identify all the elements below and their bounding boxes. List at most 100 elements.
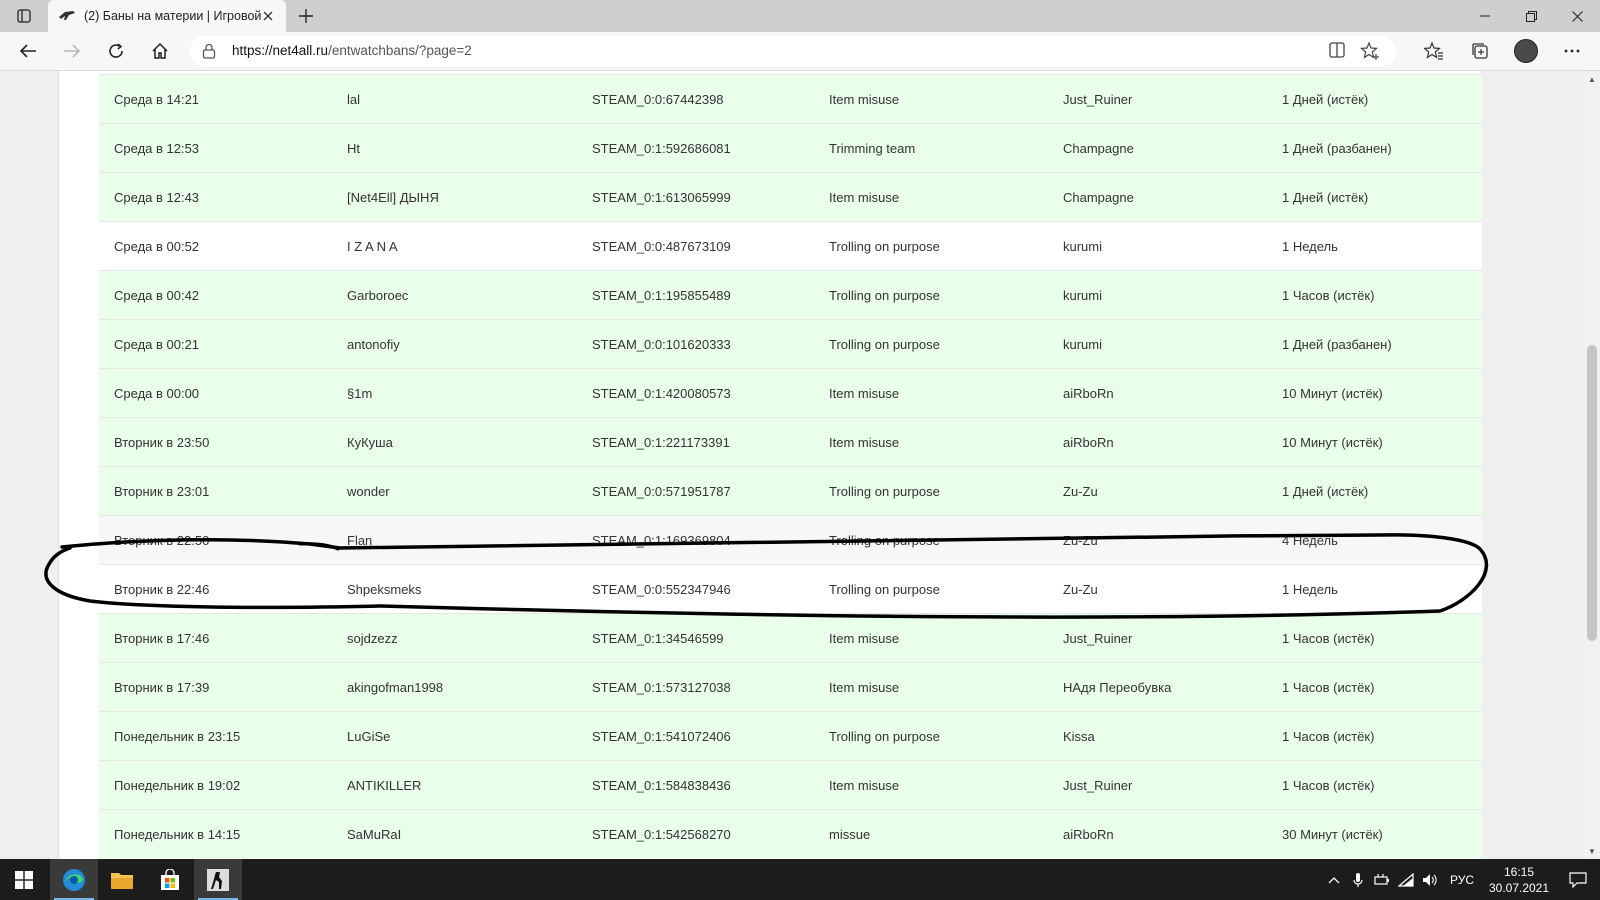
split-screen-icon[interactable] <box>1328 41 1346 64</box>
file-explorer-icon[interactable] <box>98 859 146 900</box>
ban-steam-id: STEAM_0:1:613065999 <box>577 172 814 222</box>
forward-icon[interactable] <box>58 37 86 65</box>
ban-date: Среда в 00:21 <box>99 319 332 369</box>
ban-admin: aiRboRn <box>1048 809 1267 858</box>
ban-admin: Zu-Zu <box>1048 515 1267 565</box>
vertical-scrollbar[interactable]: ▲ ▼ <box>1584 71 1600 859</box>
input-language-indicator[interactable]: РУС <box>1442 873 1482 887</box>
network-wifi-icon[interactable] <box>1394 859 1418 900</box>
table-row: Среда в 12:53 Ht STEAM_0:1:592686081 Trimmi… <box>99 123 1482 173</box>
ban-player-name: lal <box>332 74 577 124</box>
ban-steam-id: STEAM_0:1:221173391 <box>577 417 814 467</box>
ban-player-name: КуКуша <box>332 417 577 467</box>
ban-reason: Trolling on purpose <box>814 515 1048 565</box>
profile-avatar[interactable] <box>1512 37 1540 65</box>
ban-player-name: LuGiSe <box>332 711 577 761</box>
table-row: Вторник в 23:01 wonder STEAM_0:0:571951787… <box>99 466 1482 516</box>
url-text[interactable]: https://net4all.ru/entwatchbans/?page=2 <box>232 43 472 58</box>
ban-admin: Kissa <box>1048 711 1267 761</box>
scroll-up-arrow-icon[interactable]: ▲ <box>1584 71 1600 87</box>
ban-date: Понедельник в 19:02 <box>99 760 332 810</box>
ban-player-name: Ht <box>332 123 577 173</box>
ban-duration: 4 Недель <box>1267 515 1482 565</box>
ban-date: Вторник в 22:46 <box>99 564 332 614</box>
ban-steam-id: STEAM_0:1:420080573 <box>577 368 814 418</box>
table-row: Среда в 00:42 Garboroec STEAM_0:1:19585548… <box>99 270 1482 320</box>
ban-player-name: ANTIKILLER <box>332 760 577 810</box>
ban-duration: 1 Дней (истёк) <box>1267 74 1482 124</box>
new-tab-icon[interactable] <box>294 4 318 28</box>
ban-reason: Item misuse <box>814 368 1048 418</box>
ban-date: Понедельник в 23:15 <box>99 711 332 761</box>
more-options-icon[interactable] <box>1558 37 1586 65</box>
table-row: Вторник в 23:50 КуКуша STEAM_0:1:221173391… <box>99 417 1482 467</box>
windows-start-icon[interactable] <box>0 859 48 900</box>
ban-date: Вторник в 17:39 <box>99 662 332 712</box>
ban-duration: 30 Минут (истёк) <box>1267 809 1482 858</box>
browser-toolbar: https://net4all.ru/entwatchbans/?page=2 <box>0 32 1600 71</box>
close-window-icon[interactable] <box>1554 0 1600 32</box>
home-icon[interactable] <box>146 37 174 65</box>
back-icon[interactable] <box>14 37 42 65</box>
scrollbar-thumb[interactable] <box>1587 345 1597 641</box>
browser-tab[interactable]: (2) Баны на материи | Игровой <box>48 0 286 32</box>
table-row: Понедельник в 19:02 ANTIKILLER STEAM_0:1:5… <box>99 760 1482 810</box>
ban-reason: Trolling on purpose <box>814 466 1048 516</box>
ban-duration: 1 Недель <box>1267 221 1482 271</box>
microphone-icon[interactable] <box>1346 859 1370 900</box>
clock-time: 16:15 <box>1503 864 1535 879</box>
ban-steam-id: STEAM_0:0:487673109 <box>577 221 814 271</box>
ban-player-name: wonder <box>332 466 577 516</box>
table-row: Среда в 00:00 §1m STEAM_0:1:420080573 Item … <box>99 368 1482 418</box>
favorites-icon[interactable] <box>1420 37 1448 65</box>
ban-steam-id: STEAM_0:1:34546599 <box>577 613 814 663</box>
ban-duration: 1 Часов (истёк) <box>1267 662 1482 712</box>
taskbar-clock[interactable]: 16:15 30.07.2021 <box>1482 864 1556 896</box>
window-controls <box>1462 0 1600 32</box>
ban-admin: kurumi <box>1048 221 1267 271</box>
ban-admin: kurumi <box>1048 319 1267 369</box>
ban-reason: Item misuse <box>814 613 1048 663</box>
ban-admin: Champagne <box>1048 123 1267 173</box>
microsoft-store-icon[interactable] <box>146 859 194 900</box>
edge-browser-icon[interactable] <box>50 859 98 900</box>
ban-duration: 1 Дней (разбанен) <box>1267 319 1482 369</box>
ban-date: Среда в 00:42 <box>99 270 332 320</box>
system-tray: РУС 16:15 30.07.2021 <box>1322 859 1600 900</box>
battery-power-icon[interactable] <box>1370 859 1394 900</box>
refresh-icon[interactable] <box>102 37 130 65</box>
restore-icon[interactable] <box>1508 0 1554 32</box>
lock-icon[interactable] <box>202 43 216 64</box>
ban-player-name: [Net4Ell] ДЫНЯ <box>332 172 577 222</box>
ban-steam-id: STEAM_0:0:101620333 <box>577 319 814 369</box>
ban-steam-id: STEAM_0:0:67442398 <box>577 74 814 124</box>
show-hidden-icons-chevron-icon[interactable] <box>1322 859 1346 900</box>
ban-steam-id: STEAM_0:1:541072406 <box>577 711 814 761</box>
tab-actions-icon[interactable] <box>6 4 42 28</box>
notifications-icon[interactable] <box>1556 859 1600 900</box>
ban-admin: Just_Ruiner <box>1048 760 1267 810</box>
ban-player-name: sojdzezz <box>332 613 577 663</box>
scroll-down-arrow-icon[interactable]: ▼ <box>1584 843 1600 859</box>
volume-icon[interactable] <box>1418 859 1442 900</box>
ban-reason: Item misuse <box>814 662 1048 712</box>
address-bar[interactable]: https://net4all.ru/entwatchbans/?page=2 <box>190 36 1396 66</box>
site-favicon-icon <box>58 7 76 25</box>
url-host: https://net4all.ru <box>232 43 329 58</box>
table-row: Вторник в 17:46 sojdzezz STEAM_0:1:3454659… <box>99 613 1482 663</box>
ban-admin: kurumi <box>1048 270 1267 320</box>
ban-reason: Item misuse <box>814 74 1048 124</box>
ban-admin: Just_Ruiner <box>1048 74 1267 124</box>
minimize-icon[interactable] <box>1462 0 1508 32</box>
game-counter-strike-icon[interactable] <box>194 859 242 900</box>
ban-date: Среда в 00:52 <box>99 221 332 271</box>
ban-admin: Champagne <box>1048 172 1267 222</box>
collections-icon[interactable] <box>1466 37 1494 65</box>
tab-close-icon[interactable] <box>260 8 276 24</box>
ban-admin: НАдя Переобувка <box>1048 662 1267 712</box>
add-favorite-icon[interactable] <box>1360 41 1380 66</box>
tab-title: (2) Баны на материи | Игровой <box>84 9 262 23</box>
table-row: Понедельник в 23:15 LuGiSe STEAM_0:1:54107… <box>99 711 1482 761</box>
ban-reason: missue <box>814 809 1048 858</box>
ban-steam-id: STEAM_0:1:542568270 <box>577 809 814 858</box>
